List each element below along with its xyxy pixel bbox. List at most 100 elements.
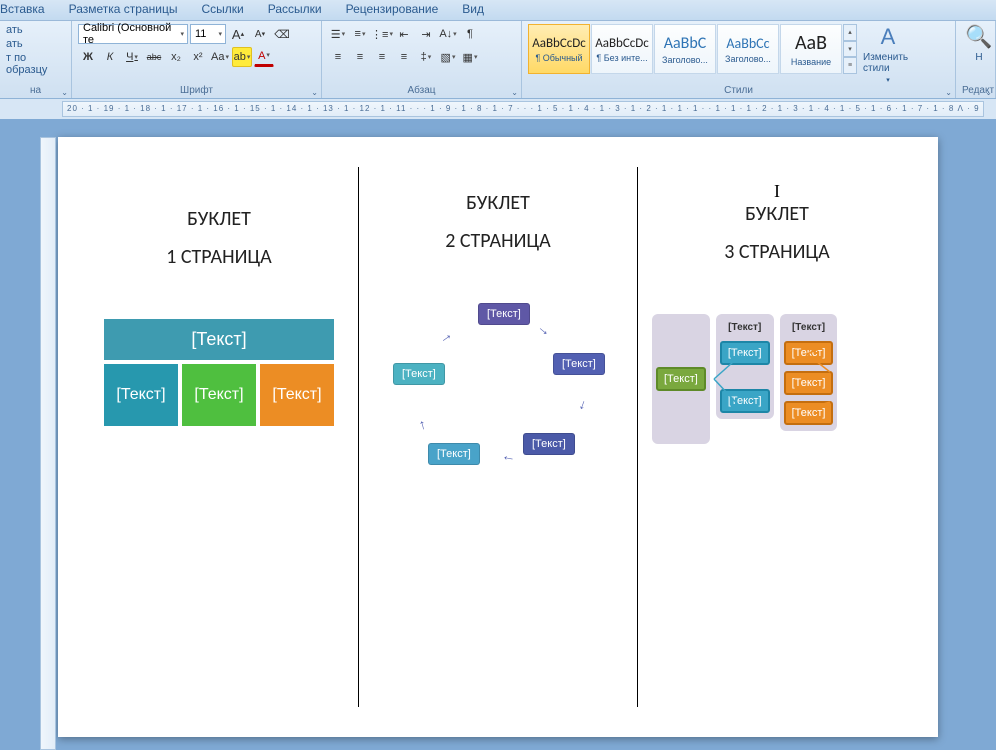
align-right[interactable]: ≡ [372,47,392,67]
shrink-font[interactable]: A▾ [250,24,270,44]
underline-button[interactable]: Ч [122,47,142,67]
group-styles: AaBbCcDc¶ Обычный AaBbCcDc¶ Без инте... … [522,21,956,98]
subscript-button[interactable]: x₂ [166,47,186,67]
para-group-label: Абзац [328,85,515,97]
style-gallery[interactable]: AaBbCcDc¶ Обычный AaBbCcDc¶ Без инте... … [528,24,857,74]
sa3-b2[interactable]: [Текст] [720,389,770,413]
show-marks[interactable]: ¶ [460,24,480,44]
sa3-o1[interactable]: [Текст] [784,341,834,365]
cycle-node-3[interactable]: [Текст] [523,433,575,455]
styles-group-label: Стили [528,85,949,97]
arrow-icon: → [534,318,555,339]
sa3-b1[interactable]: [Текст] [720,341,770,365]
smartart-cycle[interactable]: [Текст] [Текст] [Текст] [Текст] [Текст] … [383,303,613,483]
format-painter[interactable]: т по образцу [6,52,65,76]
vertical-ruler[interactable] [40,137,56,750]
sa3-col1: [Текст] [652,314,710,444]
col2-subtitle: 2 СТРАНИЦА [445,229,551,253]
group-font: Calibri (Основной те 11 A▴ A▾ ⌫ Ж К Ч ab… [72,21,322,98]
clear-format[interactable]: ⌫ [272,24,292,44]
arrow-icon: → [500,452,517,470]
align-left[interactable]: ≡ [328,47,348,67]
menu-review[interactable]: Рецензирование [346,2,439,16]
page: БУКЛЕТ 1 СТРАНИЦА [Текст] [Текст] [Текст… [58,137,938,737]
group-clipboard: ать ать т по образцу на [0,21,72,98]
document-area: БУКЛЕТ 1 СТРАНИЦА [Текст] [Текст] [Текст… [0,119,996,750]
change-styles-button[interactable]: AИзменить стили▾ [863,24,913,84]
paste-button[interactable]: ать [6,38,65,50]
style-heading2[interactable]: AaBbCcЗаголово... [717,24,779,74]
cycle-node-1[interactable]: [Текст] [478,303,530,325]
font-size-combo[interactable]: 11 [190,24,226,44]
sort-button[interactable]: A↓ [438,24,458,44]
group-editing: 🔍Н Редакт [956,21,996,98]
sa3-root[interactable]: [Текст] [656,367,706,391]
grow-font[interactable]: A▴ [228,24,248,44]
sa3-o3[interactable]: [Текст] [784,401,834,425]
style-heading1[interactable]: AaBbCЗаголово... [654,24,716,74]
bullets-button[interactable]: ☰ [328,24,348,44]
style-title[interactable]: АаВНазвание [780,24,842,74]
sa1-cell3[interactable]: [Текст] [260,364,334,426]
style-nospacing[interactable]: AaBbCcDc¶ Без инте... [591,24,653,74]
change-styles-icon: A [881,24,896,50]
col1-title: БУКЛЕТ [187,207,251,231]
align-center[interactable]: ≡ [350,47,370,67]
change-case[interactable]: Aa [210,47,230,67]
arrow-icon: → [410,417,429,435]
sa1-top[interactable]: [Текст] [104,319,334,364]
ruler-wrap: 20 · 1 · 19 · 1 · 18 · 1 · 17 · 1 · 16 ·… [0,99,996,119]
menu-insert[interactable]: Вставка [0,2,45,16]
superscript-button[interactable]: x² [188,47,208,67]
editing-label: Редакт [962,85,989,97]
sa3-hdr2: [Текст] [724,320,765,335]
strike-button[interactable]: abc [144,47,164,67]
menu-layout[interactable]: Разметка страницы [69,2,178,16]
ribbon: ать ать т по образцу на Calibri (Основно… [0,21,996,99]
smartart-hierarchy[interactable]: [Текст] [Текст] [Текст] [Текст] [Текст] … [652,314,902,444]
menu-bar: Вставка Разметка страницы Ссылки Рассылк… [0,0,996,21]
italic-button[interactable]: К [100,47,120,67]
sa3-col2: [Текст] [Текст] [Текст] [716,314,774,419]
borders-button[interactable]: ▦ [460,47,480,67]
font-color-button[interactable]: A [254,47,274,67]
sa1-cell1[interactable]: [Текст] [104,364,178,426]
sa1-cell2[interactable]: [Текст] [178,364,260,426]
smartart-table[interactable]: [Текст] [Текст] [Текст] [Текст] [104,319,334,426]
numbering-button[interactable]: ≡ [350,24,370,44]
sa3-hdr3: [Текст] [788,320,829,335]
clipboard-label: на [6,85,65,97]
column-2: БУКЛЕТ 2 СТРАНИЦА [Текст] [Текст] [Текст… [358,167,637,707]
cycle-node-4[interactable]: [Текст] [428,443,480,465]
menu-mail[interactable]: Рассылки [268,2,322,16]
col3-subtitle: 3 СТРАНИЦА [724,240,830,264]
menu-view[interactable]: Вид [462,2,484,16]
cut-button[interactable]: ать [6,24,65,36]
col3-title: БУКЛЕТ [745,202,809,226]
gallery-scroll[interactable]: ▴▾≡ [843,24,857,74]
font-family-combo[interactable]: Calibri (Основной те [78,24,188,44]
sa3-col3: [Текст] [Текст] [Текст] [Текст] [780,314,838,431]
bold-button[interactable]: Ж [78,47,98,67]
line-spacing[interactable]: ‡ [416,47,436,67]
align-justify[interactable]: ≡ [394,47,414,67]
shading-button[interactable]: ▧ [438,47,458,67]
style-normal[interactable]: AaBbCcDc¶ Обычный [528,24,590,74]
find-button[interactable]: 🔍Н [962,24,996,63]
group-paragraph: ☰ ≡ ⋮≡ ⇤ ⇥ A↓ ¶ ≡ ≡ ≡ ≡ ‡ ▧ ▦ Абзац [322,21,522,98]
column-3: I БУКЛЕТ 3 СТРАНИЦА [Текст] [Текст] [Тек… [637,167,916,707]
col3-pagenum: I [774,181,780,202]
highlight-button[interactable]: ab [232,47,252,67]
indent-button[interactable]: ⇥ [416,24,436,44]
col1-subtitle: 1 СТРАНИЦА [166,245,272,269]
cycle-node-5[interactable]: [Текст] [393,363,445,385]
cycle-node-2[interactable]: [Текст] [553,353,605,375]
arrow-icon: → [575,397,595,416]
multilevel-button[interactable]: ⋮≡ [372,24,392,44]
col2-title: БУКЛЕТ [466,191,530,215]
outdent-button[interactable]: ⇤ [394,24,414,44]
menu-refs[interactable]: Ссылки [201,2,243,16]
horizontal-ruler[interactable]: 20 · 1 · 19 · 1 · 18 · 1 · 17 · 1 · 16 ·… [62,101,984,117]
font-group-label: Шрифт [78,85,315,97]
sa3-o2[interactable]: [Текст] [784,371,834,395]
